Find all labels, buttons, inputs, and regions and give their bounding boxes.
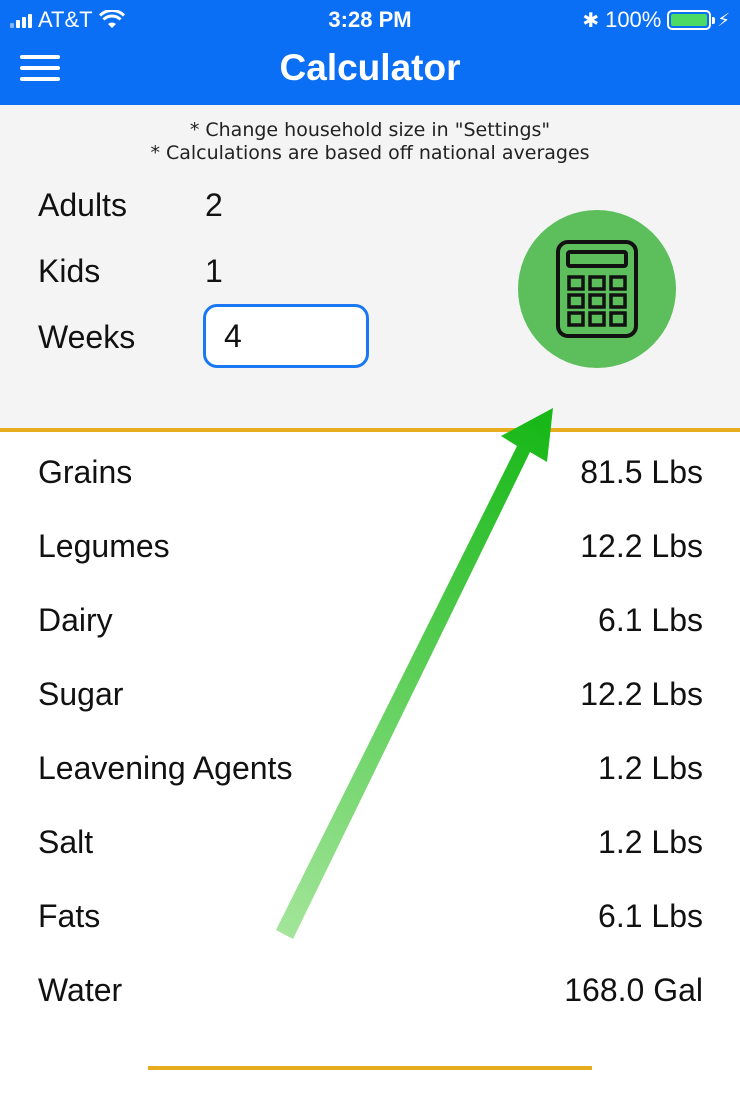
list-item: Salt 1.2 Lbs (38, 824, 703, 874)
list-item: Dairy 6.1 Lbs (38, 602, 703, 652)
household-panel: * Change household size in "Settings" * … (0, 105, 740, 432)
list-item: Legumes 12.2 Lbs (38, 528, 703, 578)
item-amount: 1.2 Lbs (598, 824, 703, 860)
weeks-input[interactable] (203, 304, 369, 368)
bluetooth-icon: ✱ (582, 9, 600, 32)
item-name: Water (38, 972, 123, 1008)
battery-icon (667, 10, 716, 30)
note-averages: * Calculations are based off national av… (150, 142, 590, 164)
battery-percent: 100% (605, 7, 662, 32)
kids-value: 1 (205, 253, 223, 289)
item-amount: 6.1 Lbs (598, 898, 703, 934)
item-amount: 168.0 Gal (564, 972, 703, 1008)
list-item: Sugar 12.2 Lbs (38, 676, 703, 726)
item-amount: 81.5 Lbs (580, 454, 703, 490)
item-name: Grains (38, 454, 133, 490)
item-name: Salt (38, 824, 94, 860)
item-amount: 12.2 Lbs (580, 528, 703, 564)
item-name: Fats (38, 898, 101, 934)
status-bar: AT&T 3:28 PM ✱ 100% ⚡ (0, 0, 740, 38)
kids-label: Kids (38, 253, 101, 289)
nav-bar: Calculator (0, 38, 740, 105)
list-item: Fats 6.1 Lbs (38, 898, 703, 948)
charging-icon: ⚡ (717, 9, 730, 30)
calculate-button[interactable] (518, 210, 676, 368)
item-name: Dairy (38, 602, 113, 638)
item-name: Leavening Agents (38, 750, 293, 786)
weeks-label: Weeks (38, 319, 136, 355)
item-name: Legumes (38, 528, 170, 564)
list-item: Leavening Agents 1.2 Lbs (38, 750, 703, 800)
battery-info: ✱ 100% ⚡ (582, 7, 730, 33)
item-amount: 12.2 Lbs (580, 676, 703, 712)
adults-label: Adults (38, 187, 127, 223)
notes: * Change household size in "Settings" * … (0, 119, 740, 165)
app-header: AT&T 3:28 PM ✱ 100% ⚡ Calculator (0, 0, 740, 105)
bottom-divider (148, 1066, 592, 1070)
list-item: Water 168.0 Gal (38, 972, 703, 1022)
calculator-icon (556, 240, 638, 338)
list-item: Grains 81.5 Lbs (38, 454, 703, 504)
note-settings: * Change household size in "Settings" (189, 119, 551, 141)
page-title: Calculator (279, 47, 461, 88)
item-name: Sugar (38, 676, 124, 712)
item-amount: 1.2 Lbs (598, 750, 703, 786)
adults-value: 2 (205, 187, 223, 223)
item-amount: 6.1 Lbs (598, 602, 703, 638)
